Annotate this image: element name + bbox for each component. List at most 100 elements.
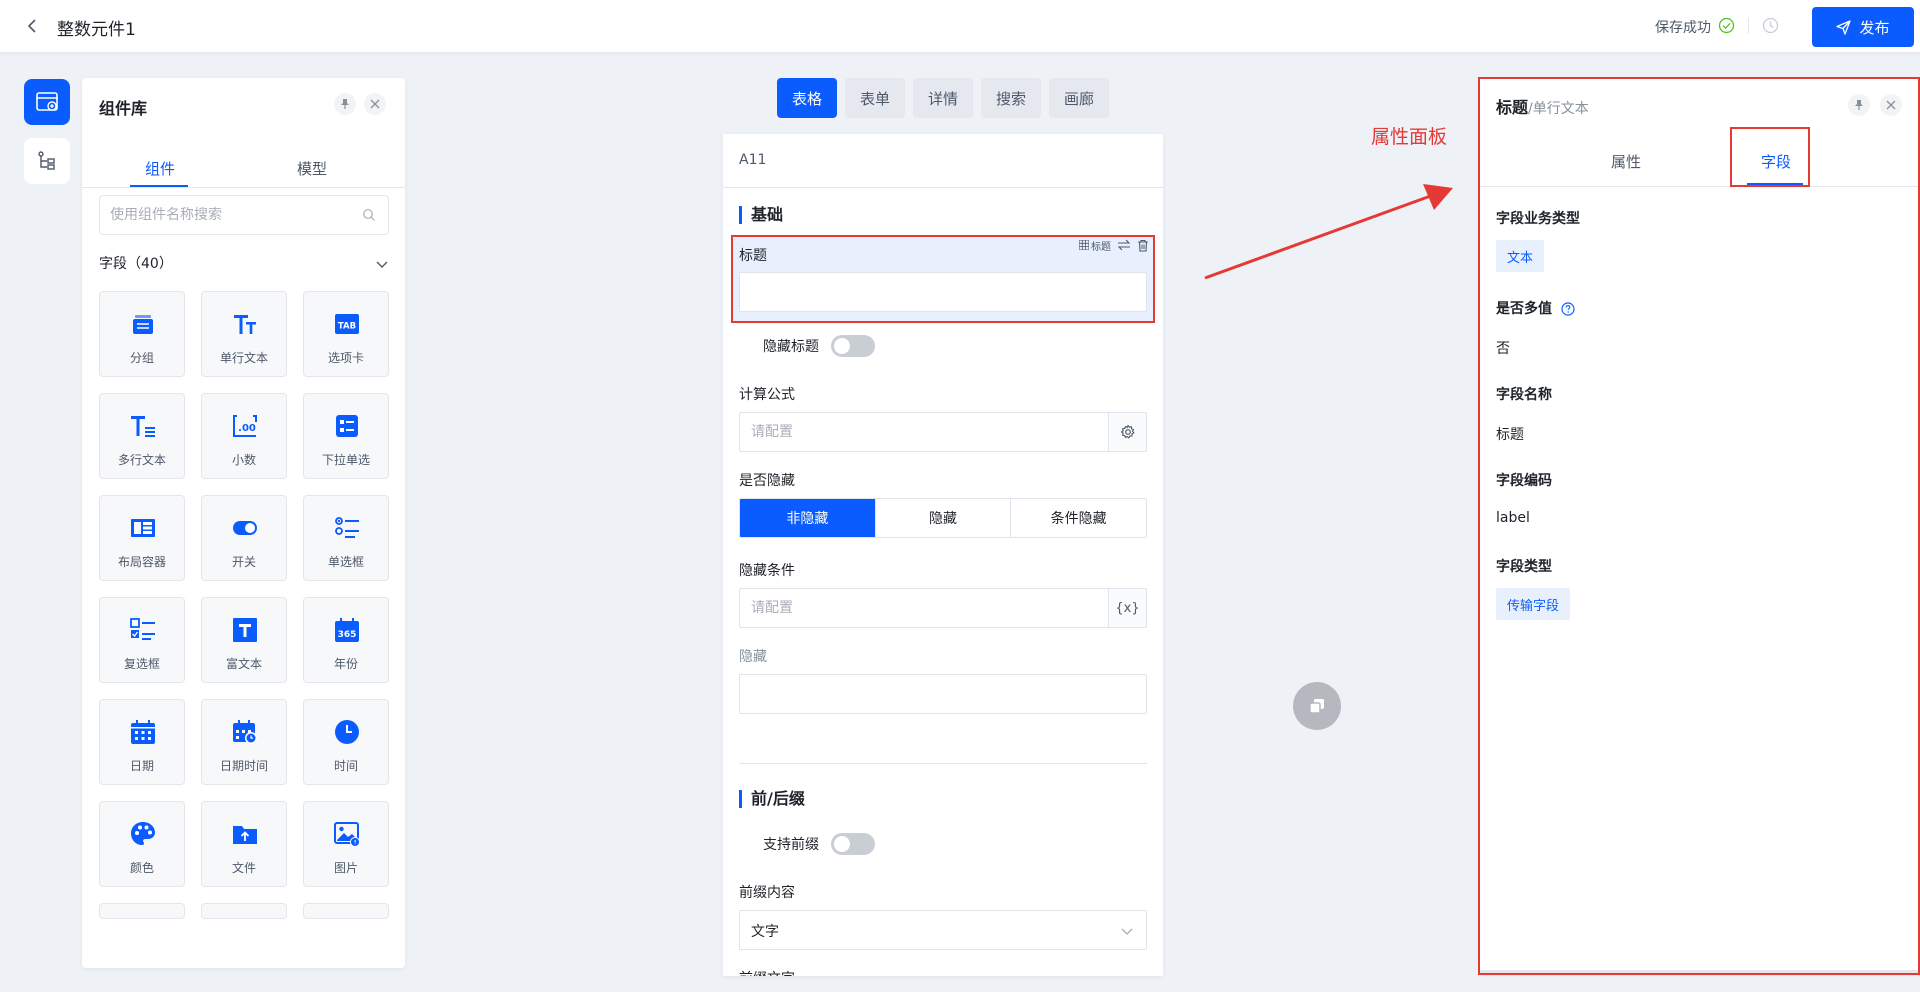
rich-text-icon: [233, 618, 257, 642]
copy-floating-button[interactable]: [1293, 682, 1341, 730]
pin-property-button[interactable]: [1848, 94, 1870, 116]
component-card[interactable]: 日期: [99, 699, 185, 785]
history-icon[interactable]: [1762, 17, 1779, 34]
component-label: 开关: [231, 555, 256, 569]
close-property-button[interactable]: [1880, 94, 1902, 116]
rail-components-button[interactable]: [24, 79, 70, 125]
field-name-label: 字段名称: [1496, 387, 1552, 403]
tab-models[interactable]: 模型: [297, 158, 327, 179]
help-circle-icon[interactable]: [1561, 302, 1575, 316]
component-card[interactable]: 布局容器: [99, 495, 185, 581]
seg-not-hidden[interactable]: 非隐藏: [740, 499, 875, 537]
hide-title-toggle[interactable]: [831, 335, 875, 357]
component-card[interactable]: 复选框: [99, 597, 185, 683]
expression-button[interactable]: {x}: [1108, 589, 1146, 627]
component-card[interactable]: .00 小数: [201, 393, 287, 479]
component-card[interactable]: 开关: [201, 495, 287, 581]
component-card[interactable]: 日期时间: [201, 699, 287, 785]
canvas-header: A11: [723, 134, 1163, 188]
view-tab-search[interactable]: 搜索: [981, 78, 1041, 118]
chevron-down-icon: [376, 261, 388, 268]
component-card[interactable]: ↑ 图片: [303, 801, 389, 887]
back-button[interactable]: [22, 16, 42, 36]
view-tab-gallery[interactable]: 画廊: [1049, 78, 1109, 118]
component-label: 图片: [333, 861, 358, 875]
check-circle-icon: [1718, 17, 1735, 34]
support-prefix-toggle[interactable]: [831, 833, 875, 855]
hidden-segmented-control: 非隐藏 隐藏 条件隐藏: [739, 498, 1147, 538]
component-card[interactable]: [99, 903, 185, 919]
hidden-label: 隐藏: [739, 649, 767, 665]
field-group-toggle[interactable]: 字段（40）: [99, 253, 389, 275]
field-type-tag[interactable]: 标题: [1079, 238, 1111, 253]
library-title: 组件库: [99, 99, 148, 118]
search-input[interactable]: [110, 204, 360, 226]
pin-button[interactable]: [334, 93, 356, 115]
business-type-tag: 文本: [1496, 240, 1545, 272]
prefix-content-select[interactable]: 文字: [739, 910, 1147, 950]
image-icon: ↑: [334, 822, 360, 847]
close-library-button[interactable]: [364, 93, 386, 115]
formula-input[interactable]: [740, 413, 1108, 451]
seg-conditional-hidden[interactable]: 条件隐藏: [1010, 499, 1146, 537]
horizontal-scrollbar[interactable]: [1480, 970, 1920, 976]
component-card[interactable]: 分组: [99, 291, 185, 377]
view-tab-detail[interactable]: 详情: [913, 78, 973, 118]
copy-icon: [1309, 699, 1324, 714]
component-label: 小数: [231, 453, 256, 467]
seg-hidden[interactable]: 隐藏: [874, 499, 1011, 537]
group-icon: [133, 315, 153, 334]
hidden-input[interactable]: [739, 674, 1147, 714]
publish-button[interactable]: 发布: [1812, 7, 1914, 47]
tab-attributes[interactable]: 属性: [1611, 151, 1641, 172]
publish-label: 发布: [1859, 18, 1890, 37]
business-type-label: 字段业务类型: [1496, 211, 1580, 227]
component-card[interactable]: 多行文本: [99, 393, 185, 479]
field-code-label: 字段编码: [1496, 473, 1552, 489]
component-card[interactable]: [201, 903, 287, 919]
selected-field-input[interactable]: [739, 272, 1147, 312]
component-card[interactable]: 下拉单选: [303, 393, 389, 479]
prefix-text-label: 前缀文字: [739, 968, 795, 976]
component-card[interactable]: TAB 选项卡: [303, 291, 389, 377]
svg-text:365: 365: [338, 630, 357, 640]
delete-icon[interactable]: [1137, 239, 1149, 252]
component-card[interactable]: 365 年份: [303, 597, 389, 683]
component-label: 选项卡: [327, 351, 364, 365]
component-label: 年份: [333, 657, 358, 671]
component-card[interactable]: 时间: [303, 699, 389, 785]
close-icon: [370, 99, 380, 109]
swap-icon[interactable]: [1117, 239, 1131, 251]
form-canvas: A11 基础 标题 标题 隐藏标题 计算公式 是否隐藏 非隐藏 隐藏 条件隐藏 …: [723, 134, 1163, 976]
component-label: 布局容器: [117, 555, 166, 569]
component-card[interactable]: 文件: [201, 801, 287, 887]
tab-components[interactable]: 组件: [145, 158, 175, 179]
selected-field[interactable]: 标题 标题: [731, 235, 1155, 323]
send-icon: [1836, 19, 1852, 35]
tab-field[interactable]: 字段: [1761, 151, 1791, 172]
multi-text-icon: [131, 416, 155, 437]
section-title-affix: 前/后缀: [739, 790, 805, 808]
checkbox-icon: [130, 618, 155, 640]
component-search[interactable]: [99, 195, 389, 235]
component-card[interactable]: [303, 903, 389, 919]
year-icon: 365: [335, 618, 359, 642]
pin-icon: [341, 99, 349, 109]
prefix-content-value: 文字: [751, 924, 779, 940]
hidden-condition-input[interactable]: [740, 589, 1108, 627]
component-card[interactable]: 富文本: [201, 597, 287, 683]
date-icon: [131, 720, 155, 744]
property-title-sub: /单行文本: [1528, 101, 1589, 117]
view-tab-form[interactable]: 表单: [845, 78, 905, 118]
component-library-panel: 组件库 组件 模型 字段（40） 分组 单行文本 TAB 选项卡: [82, 78, 405, 968]
component-card[interactable]: 颜色: [99, 801, 185, 887]
svg-text:.00: .00: [238, 423, 256, 434]
field-toolbar: 标题: [1079, 237, 1149, 253]
pin-icon: [1855, 100, 1863, 110]
formula-settings-button[interactable]: [1108, 413, 1146, 451]
rail-tree-button[interactable]: [24, 138, 70, 184]
component-card[interactable]: 单选框: [303, 495, 389, 581]
view-tab-table[interactable]: 表格: [777, 78, 837, 118]
component-card[interactable]: 单行文本: [201, 291, 287, 377]
is-hidden-label: 是否隐藏: [739, 473, 795, 489]
